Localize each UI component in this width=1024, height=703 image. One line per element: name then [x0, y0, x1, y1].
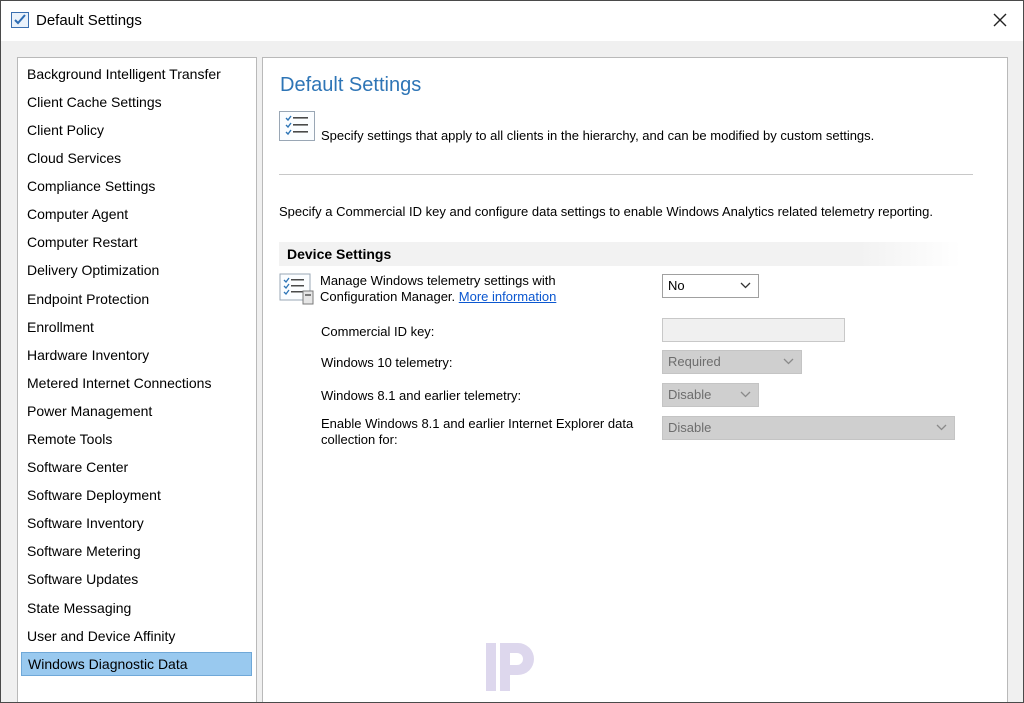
sidebar-item-delivery-optimization[interactable]: Delivery Optimization: [21, 258, 252, 282]
manage-telemetry-select[interactable]: No: [662, 274, 759, 298]
page-description: Specify settings that apply to all clien…: [321, 128, 875, 143]
settings-category-list[interactable]: Background Intelligent Transfer Client C…: [17, 57, 257, 702]
window-title: Default Settings: [36, 12, 142, 29]
sidebar-item-endpoint-protection[interactable]: Endpoint Protection: [21, 287, 252, 311]
sidebar-item-remote-tools[interactable]: Remote Tools: [21, 427, 252, 451]
sidebar-item-software-center[interactable]: Software Center: [21, 455, 252, 479]
sidebar-item-computer-agent[interactable]: Computer Agent: [21, 202, 252, 226]
chevron-down-icon: [740, 282, 751, 289]
sidebar-item-compliance-settings[interactable]: Compliance Settings: [21, 174, 252, 198]
divider: [279, 174, 973, 175]
sidebar-item-state-messaging[interactable]: State Messaging: [21, 596, 252, 620]
sidebar-item-user-and-device-affinity[interactable]: User and Device Affinity: [21, 624, 252, 648]
windows81-telemetry-select[interactable]: Disable: [662, 383, 759, 407]
chevron-down-icon: [740, 391, 751, 398]
chevron-down-icon: [936, 424, 947, 431]
windows10-telemetry-select[interactable]: Required: [662, 350, 802, 374]
sidebar-item-metered-internet-connections[interactable]: Metered Internet Connections: [21, 371, 252, 395]
ie-collection-select[interactable]: Disable: [662, 416, 955, 440]
checklist-icon: [279, 111, 315, 141]
sidebar-item-software-updates[interactable]: Software Updates: [21, 567, 252, 591]
manage-telemetry-label: Manage Windows telemetry settings with C…: [320, 273, 650, 305]
default-settings-window: Default Settings Background Intelligent …: [0, 0, 1024, 703]
device-settings-header: Device Settings: [279, 242, 961, 266]
sidebar-item-computer-restart[interactable]: Computer Restart: [21, 230, 252, 254]
more-information-link[interactable]: More information: [459, 289, 557, 304]
sidebar-item-enrollment[interactable]: Enrollment: [21, 315, 252, 339]
windows10-telemetry-value: Required: [668, 354, 721, 369]
sidebar-item-hardware-inventory[interactable]: Hardware Inventory: [21, 343, 252, 367]
close-icon: [993, 13, 1007, 27]
sidebar-item-background-intelligent-transfer[interactable]: Background Intelligent Transfer: [21, 62, 252, 86]
manage-telemetry-value: No: [668, 278, 685, 293]
manage-telemetry-label-line1: Manage Windows telemetry settings with: [320, 273, 556, 288]
ie-collection-label-line2: collection for:: [321, 432, 398, 447]
sidebar-item-software-inventory[interactable]: Software Inventory: [21, 511, 252, 535]
title-bar: Default Settings: [1, 1, 1023, 41]
close-button[interactable]: [987, 7, 1013, 33]
sidebar-item-windows-diagnostic-data[interactable]: Windows Diagnostic Data: [21, 652, 252, 676]
settings-app-icon: [11, 12, 29, 28]
windows81-telemetry-value: Disable: [668, 387, 712, 402]
setting-checklist-icon: [279, 273, 315, 307]
sidebar-item-software-metering[interactable]: Software Metering: [21, 539, 252, 563]
page-title: Default Settings: [280, 74, 422, 96]
windows81-telemetry-label: Windows 8.1 and earlier telemetry:: [321, 388, 522, 403]
ie-collection-value: Disable: [668, 420, 712, 435]
commercial-id-input[interactable]: [662, 318, 845, 342]
sidebar-item-software-deployment[interactable]: Software Deployment: [21, 483, 252, 507]
ie-collection-label: Enable Windows 8.1 and earlier Internet …: [321, 416, 633, 448]
sidebar-item-client-cache-settings[interactable]: Client Cache Settings: [21, 90, 252, 114]
settings-detail-pane: Default Settings Specify settings that a…: [262, 57, 1008, 702]
chevron-down-icon: [783, 358, 794, 365]
sidebar-item-cloud-services[interactable]: Cloud Services: [21, 146, 252, 170]
commercial-id-label: Commercial ID key:: [321, 324, 435, 339]
manage-telemetry-label-line2: Configuration Manager.: [320, 289, 456, 304]
sidebar-item-client-policy[interactable]: Client Policy: [21, 118, 252, 142]
intro-text: Specify a Commercial ID key and configur…: [279, 204, 933, 219]
ie-collection-label-line1: Enable Windows 8.1 and earlier Internet …: [321, 416, 634, 431]
watermark-logo: [484, 637, 544, 697]
sidebar-item-power-management[interactable]: Power Management: [21, 399, 252, 423]
windows10-telemetry-label: Windows 10 telemetry:: [321, 355, 453, 370]
